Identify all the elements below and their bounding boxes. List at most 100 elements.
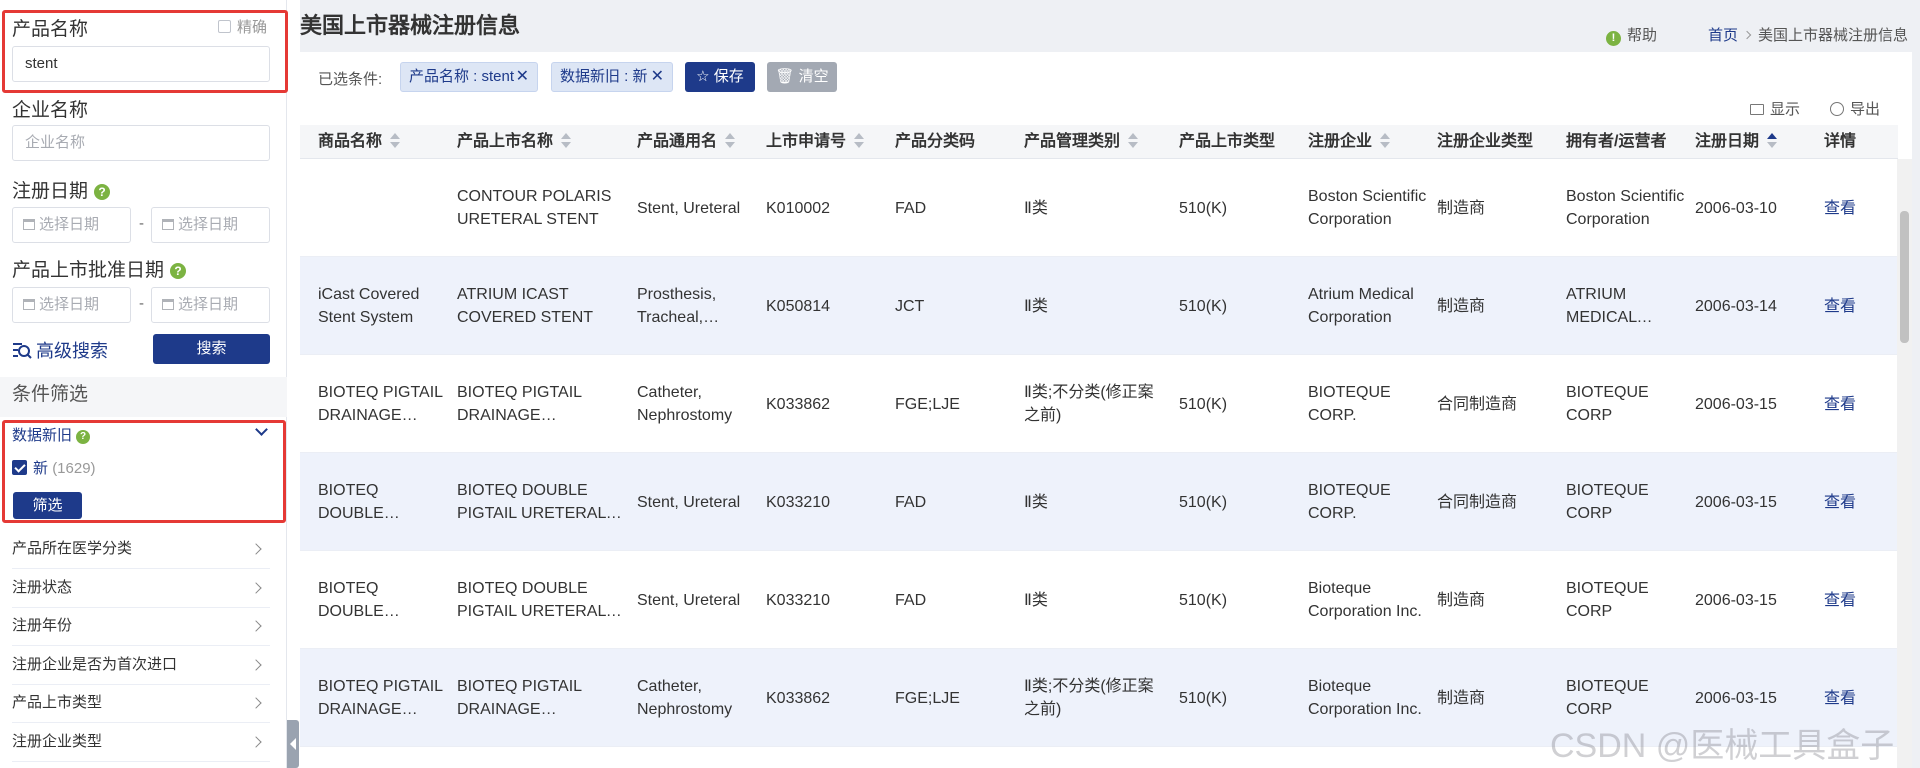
table-cell-app-no: K033862 bbox=[766, 649, 886, 747]
table-cell-type: 510(K) bbox=[1179, 453, 1299, 551]
help-link[interactable]: ! 帮助 bbox=[1606, 24, 1657, 46]
cell-text: 制造商 bbox=[1437, 689, 1486, 707]
table-cell-detail[interactable]: 查看 bbox=[1824, 257, 1884, 355]
table-cell-app-no: K033862 bbox=[766, 355, 886, 453]
column-header[interactable]: 产品管理类别 bbox=[1024, 125, 1139, 159]
view-detail-link[interactable]: 查看 bbox=[1824, 491, 1856, 514]
market-date-label-text: 产品上市批准日期 bbox=[12, 260, 165, 281]
cell-text: 2006-03-15 bbox=[1695, 689, 1777, 707]
cell-text: BIOTEQ DOUBLE PIGTAIL URETERAL STENT bbox=[457, 580, 606, 620]
view-detail-link[interactable]: 查看 bbox=[1824, 589, 1856, 612]
save-button[interactable]: ☆ 保存 bbox=[685, 62, 755, 92]
column-header[interactable]: 上市申请号 bbox=[766, 125, 865, 159]
table-cell-date: 2006-03-10 bbox=[1695, 159, 1815, 257]
exact-match-checkbox[interactable]: 精确 bbox=[218, 16, 267, 37]
search-button[interactable]: 搜索 bbox=[153, 334, 270, 364]
table-cell-company: BIOTEQUE CORP. bbox=[1308, 453, 1428, 551]
help-icon[interactable]: ? bbox=[94, 184, 111, 200]
table-cell-detail[interactable]: 查看 bbox=[1824, 551, 1884, 649]
table-cell-market-name: ATRIUM ICAST COVERED STENT bbox=[457, 257, 627, 355]
filter-section-header: 条件筛选 bbox=[0, 377, 287, 417]
facet-market-type[interactable]: 产品上市类型 bbox=[12, 685, 270, 723]
view-detail-link[interactable]: 查看 bbox=[1824, 197, 1856, 220]
sort-icon[interactable] bbox=[1380, 133, 1391, 149]
column-header: 产品分类码 bbox=[895, 125, 975, 159]
sidebar-collapse-handle[interactable] bbox=[287, 720, 299, 768]
selected-conditions-label: 已选条件: bbox=[318, 71, 383, 88]
table-cell-market-name: BIOTEQ DOUBLE PIGTAIL URETERAL STENT bbox=[457, 453, 627, 551]
column-header[interactable]: 注册企业 bbox=[1308, 125, 1391, 159]
table-cell-company-type: 制造商 bbox=[1437, 257, 1557, 355]
cell-text: 合同制造商 bbox=[1437, 493, 1518, 511]
table-cell-date: 2006-03-15 bbox=[1695, 355, 1815, 453]
market-date-end-input[interactable]: 选择日期 bbox=[151, 287, 270, 323]
cell-text: K050814 bbox=[766, 297, 831, 315]
column-header[interactable]: 注册日期 bbox=[1695, 125, 1778, 159]
chevron-right-icon bbox=[1742, 30, 1752, 40]
column-header[interactable]: 产品上市名称 bbox=[457, 125, 572, 159]
sort-icon[interactable] bbox=[1128, 133, 1139, 149]
advanced-search-link[interactable]: 高级搜索 bbox=[12, 337, 108, 363]
sort-icon[interactable] bbox=[725, 133, 736, 149]
view-detail-link[interactable]: 查看 bbox=[1824, 687, 1856, 710]
filter-button[interactable]: 筛选 bbox=[13, 492, 82, 519]
breadcrumb-home[interactable]: 首页 bbox=[1708, 27, 1738, 44]
reg-date-end-input[interactable]: 选择日期 bbox=[151, 207, 270, 243]
condition-tag-data-freshness[interactable]: 数据新旧 : 新 ✕ bbox=[551, 62, 673, 92]
facet-company-type[interactable]: 注册企业类型 bbox=[12, 724, 270, 762]
clear-button[interactable]: 🗑 清空 bbox=[767, 62, 837, 92]
help-icon[interactable]: ? bbox=[170, 263, 187, 279]
column-header[interactable]: 商品名称 bbox=[318, 125, 401, 159]
checkbox-checked-icon[interactable] bbox=[12, 460, 27, 475]
scrollbar[interactable] bbox=[1897, 159, 1912, 768]
export-label: 导出 bbox=[1850, 101, 1881, 118]
table-cell-detail[interactable]: 查看 bbox=[1824, 453, 1884, 551]
facet-registration-year[interactable]: 注册年份 bbox=[12, 608, 270, 646]
table-cell-detail[interactable]: 查看 bbox=[1824, 355, 1884, 453]
condition-tag-product-name[interactable]: 产品名称 : stent ✕ bbox=[400, 62, 538, 92]
calendar-icon bbox=[23, 219, 35, 230]
table-cell-owner: BIOTEQUE CORP bbox=[1566, 453, 1686, 551]
close-icon[interactable]: ✕ bbox=[651, 63, 664, 91]
table-cell-detail[interactable]: 查看 bbox=[1824, 159, 1884, 257]
table-cell-code: JCT bbox=[895, 257, 1015, 355]
cell-text: K033210 bbox=[766, 493, 831, 511]
cell-text: K033862 bbox=[766, 689, 831, 707]
display-button[interactable]: 显示 bbox=[1750, 98, 1800, 119]
facet-first-import[interactable]: 注册企业是否为首次进口 bbox=[12, 647, 270, 685]
column-header[interactable]: 产品通用名 bbox=[637, 125, 736, 159]
facet-registration-status[interactable]: 注册状态 bbox=[12, 570, 270, 608]
sort-icon[interactable] bbox=[854, 133, 865, 149]
display-label: 显示 bbox=[1770, 101, 1801, 118]
sort-icon[interactable] bbox=[390, 133, 401, 149]
table-cell-mgmt: Ⅱ类 bbox=[1024, 159, 1164, 257]
sort-ascending-icon[interactable] bbox=[1767, 133, 1778, 149]
facet-medical-category[interactable]: 产品所在医学分类 bbox=[12, 531, 270, 569]
view-detail-link[interactable]: 查看 bbox=[1824, 295, 1856, 318]
table-row: CONTOUR POLARIS URETERAL STENT Stent, Ure… bbox=[300, 159, 1898, 257]
close-icon[interactable]: ✕ bbox=[516, 63, 529, 91]
facet-label: 产品上市类型 bbox=[12, 694, 103, 711]
reg-date-start-input[interactable]: 选择日期 bbox=[12, 207, 131, 243]
help-icon[interactable]: ? bbox=[76, 430, 91, 444]
table-cell-trade: BIOTEQ PIGTAIL DRAINAGE CATHETER bbox=[318, 355, 446, 453]
export-button[interactable]: 导出 bbox=[1830, 98, 1880, 119]
facet-data-freshness[interactable]: 数据新旧? bbox=[12, 424, 91, 445]
reg-date-label-text: 注册日期 bbox=[12, 181, 89, 202]
download-icon bbox=[1830, 102, 1844, 116]
view-detail-link[interactable]: 查看 bbox=[1824, 393, 1856, 416]
facet-option-new[interactable]: 新 (1629) bbox=[12, 457, 96, 478]
market-date-start-input[interactable]: 选择日期 bbox=[12, 287, 131, 323]
facet-option-new-label: 新 bbox=[33, 460, 49, 477]
product-name-label: 产品名称 bbox=[12, 19, 89, 40]
cell-text: 510(K) bbox=[1179, 297, 1228, 315]
scrollbar-thumb[interactable] bbox=[1900, 211, 1909, 343]
company-name-input[interactable]: 企业名称 bbox=[12, 125, 270, 161]
column-header-text: 产品上市名称 bbox=[457, 133, 554, 150]
exact-checkbox-box[interactable] bbox=[218, 20, 231, 33]
sort-icon[interactable] bbox=[561, 133, 572, 149]
facet-data-freshness-label: 数据新旧 bbox=[12, 427, 73, 444]
table-cell-trade: BIOTEQ PIGTAIL DRAINAGE CATHETER bbox=[318, 649, 446, 747]
cell-text: BIOTEQUE CORP. bbox=[1308, 384, 1391, 424]
product-name-input[interactable]: stent bbox=[12, 46, 270, 82]
